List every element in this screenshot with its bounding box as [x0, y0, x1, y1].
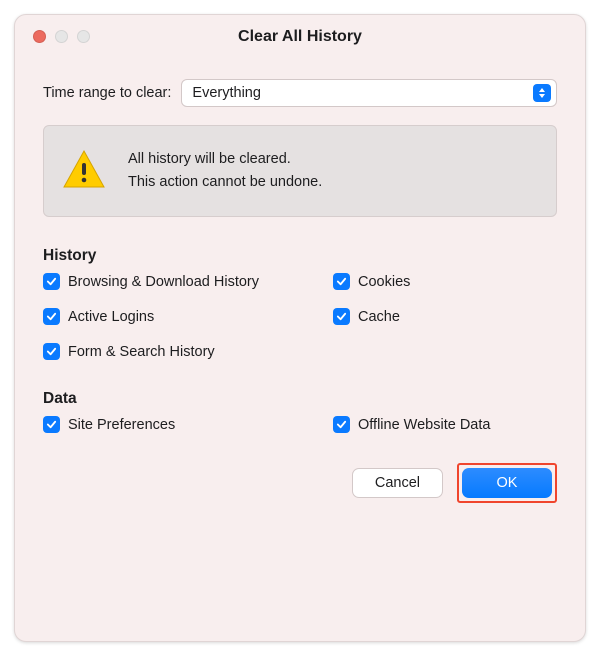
cancel-button[interactable]: Cancel [352, 468, 443, 498]
checkbox-checked-icon [333, 416, 350, 433]
time-range-row: Time range to clear: Everything [43, 79, 557, 107]
checkbox-checked-icon [43, 273, 60, 290]
clear-history-dialog: Clear All History Time range to clear: E… [14, 14, 586, 642]
titlebar: Clear All History [15, 15, 585, 59]
button-row: Cancel OK [43, 463, 557, 503]
checkbox-active-logins[interactable]: Active Logins [43, 308, 333, 325]
data-checkboxes: Site Preferences Offline Website Data [43, 416, 557, 433]
time-range-select[interactable]: Everything [181, 79, 557, 107]
ok-button[interactable]: OK [462, 468, 552, 498]
checkbox-checked-icon [333, 273, 350, 290]
checkbox-checked-icon [43, 308, 60, 325]
data-heading: Data [43, 390, 557, 408]
checkbox-checked-icon [333, 308, 350, 325]
ok-button-highlight: OK [457, 463, 557, 503]
dialog-title: Clear All History [15, 28, 585, 46]
checkbox-label: Form & Search History [68, 344, 215, 360]
warning-box: All history will be cleared. This action… [43, 125, 557, 217]
warning-line-2: This action cannot be undone. [128, 171, 322, 194]
checkbox-offline-website-data[interactable]: Offline Website Data [333, 416, 557, 433]
checkbox-label: Browsing & Download History [68, 274, 259, 290]
warning-text: All history will be cleared. This action… [128, 148, 322, 194]
checkbox-label: Cache [358, 309, 400, 325]
checkbox-checked-icon [43, 343, 60, 360]
checkbox-checked-icon [43, 416, 60, 433]
checkbox-label: Active Logins [68, 309, 154, 325]
checkbox-cache[interactable]: Cache [333, 308, 557, 325]
checkbox-label: Cookies [358, 274, 410, 290]
checkbox-form-search[interactable]: Form & Search History [43, 343, 333, 360]
history-heading: History [43, 247, 557, 265]
checkbox-cookies[interactable]: Cookies [333, 273, 557, 290]
select-stepper-icon [533, 84, 551, 102]
warning-line-1: All history will be cleared. [128, 148, 322, 171]
checkbox-browsing-download[interactable]: Browsing & Download History [43, 273, 333, 290]
time-range-value: Everything [192, 85, 261, 101]
time-range-label: Time range to clear: [43, 85, 171, 101]
checkbox-label: Site Preferences [68, 417, 175, 433]
history-checkboxes: Browsing & Download History Cookies Acti… [43, 273, 557, 360]
dialog-content: Time range to clear: Everything All hist… [15, 59, 585, 523]
checkbox-label: Offline Website Data [358, 417, 490, 433]
checkbox-site-preferences[interactable]: Site Preferences [43, 416, 333, 433]
warning-triangle-icon [62, 149, 106, 194]
